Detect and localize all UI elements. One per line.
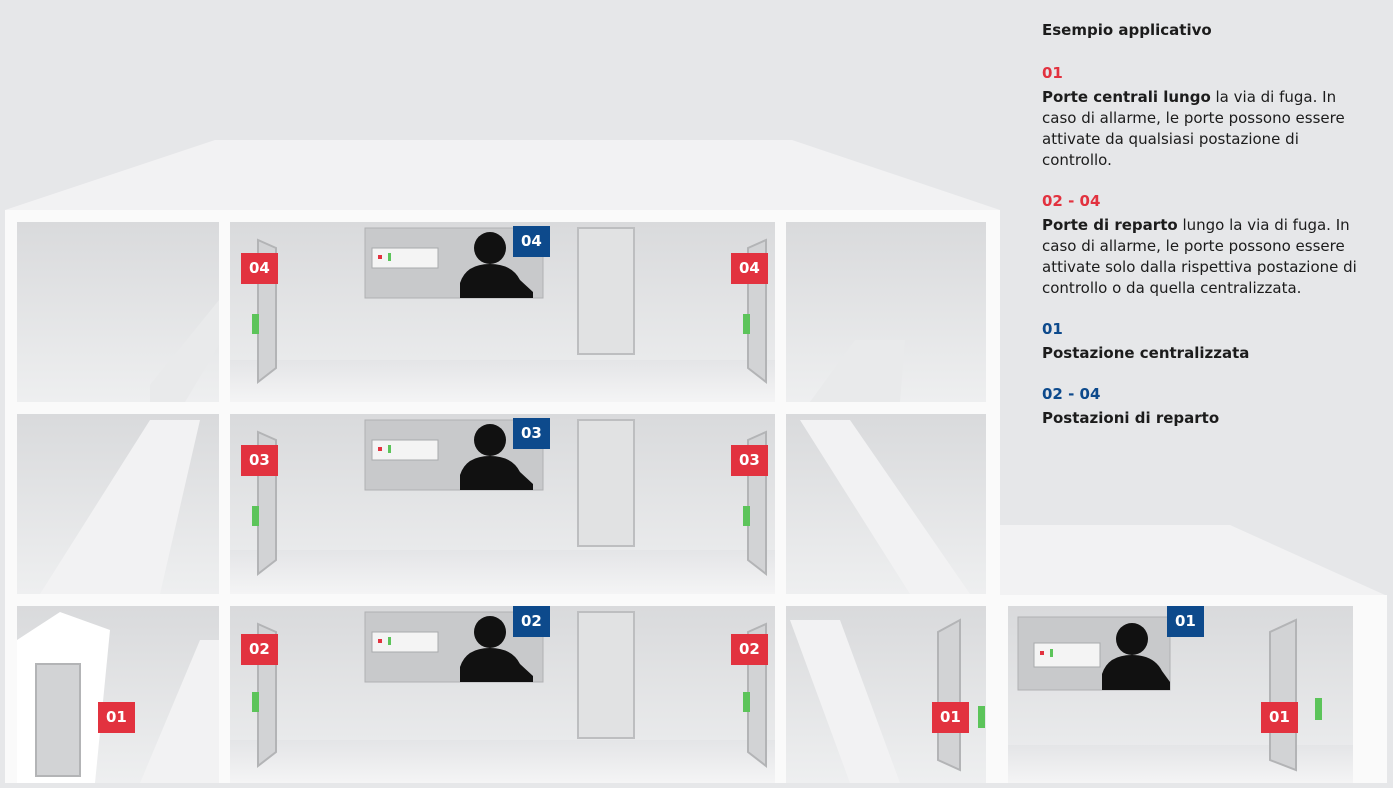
legend-item-department-doors: 02 - 04 Porte di reparto lungo la via di… xyxy=(1042,191,1372,299)
annex-roof xyxy=(997,525,1385,595)
legend-item-heading: Postazioni di reparto xyxy=(1042,409,1220,427)
door-badge-04-right: 04 xyxy=(731,253,768,284)
legend-item-department-stations: 02 - 04 Postazioni di reparto xyxy=(1042,384,1372,429)
center-doors xyxy=(577,227,635,739)
legend-code: 02 - 04 xyxy=(1042,192,1101,210)
door-badge-01-a: 01 xyxy=(98,702,135,733)
legend-code: 01 xyxy=(1042,320,1063,338)
legend-item-central-doors: 01 Porte centrali lungo la via di fuga. … xyxy=(1042,63,1372,171)
station-badge-04: 04 xyxy=(513,226,550,257)
building-diagram: 04 04 04 03 03 03 02 02 02 01 01 01 01 E… xyxy=(0,0,1393,783)
station-badge-02: 02 xyxy=(513,606,550,637)
legend-item-heading: Postazione centralizzata xyxy=(1042,344,1250,362)
door-badge-01-c: 01 xyxy=(1261,702,1298,733)
legend-item-central-station: 01 Postazione centralizzata xyxy=(1042,319,1372,364)
legend-title: Esempio applicativo xyxy=(1042,21,1212,39)
station-badge-03: 03 xyxy=(513,418,550,449)
station-badge-01: 01 xyxy=(1167,606,1204,637)
door-badge-01-b: 01 xyxy=(932,702,969,733)
door-badge-04-left: 04 xyxy=(241,253,278,284)
door-badge-02-right: 02 xyxy=(731,634,768,665)
roof xyxy=(5,140,1000,210)
legend-item-heading: Porte di reparto xyxy=(1042,216,1178,234)
door-badge-03-left: 03 xyxy=(241,445,278,476)
door-badge-03-right: 03 xyxy=(731,445,768,476)
legend-item-heading: Porte centrali lungo xyxy=(1042,88,1211,106)
legend-panel: Esempio applicativo 01 Porte centrali lu… xyxy=(1042,20,1372,449)
door-badge-02-left: 02 xyxy=(241,634,278,665)
legend-code: 02 - 04 xyxy=(1042,385,1101,403)
legend-code: 01 xyxy=(1042,64,1063,82)
